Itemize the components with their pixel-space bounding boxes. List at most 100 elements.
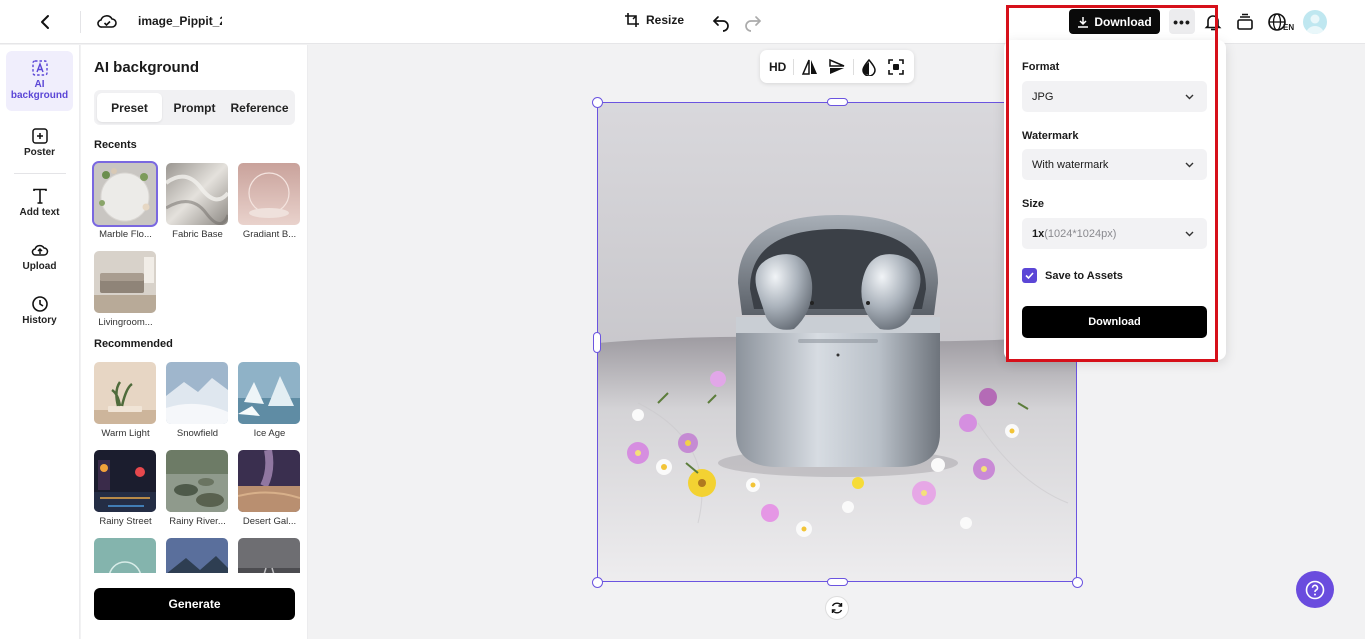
download-button[interactable]: Download [1022, 306, 1207, 338]
preset-thumbnail[interactable]: Rainy River... [166, 450, 229, 527]
tab-reference[interactable]: Reference [227, 93, 292, 122]
resize-button[interactable]: Resize [624, 12, 684, 28]
divider [80, 11, 81, 33]
preset-thumbnail[interactable]: Warm Light [94, 362, 157, 439]
redo-icon[interactable] [743, 11, 765, 33]
preset-image [166, 163, 228, 225]
download-button-top[interactable]: Download [1069, 9, 1160, 34]
preset-image [238, 362, 300, 424]
rail-label: Poster [23, 147, 56, 158]
tab-preset[interactable]: Preset [97, 93, 162, 122]
opacity-icon[interactable] [857, 54, 880, 79]
rail-label: Add text [19, 207, 60, 218]
recommended-title: Recommended [94, 338, 173, 350]
resize-handle[interactable] [593, 332, 601, 353]
save-to-assets-checkbox[interactable]: Save to Assets [1022, 268, 1123, 283]
rail-item-history[interactable]: History [6, 295, 73, 326]
size-value-main: 1x [1032, 227, 1045, 240]
size-value-detail: (1024*1024px) [1044, 227, 1117, 240]
rail-label: background [10, 90, 69, 101]
rail-item-upload[interactable]: Upload [6, 241, 73, 272]
watermark-value: With watermark [1032, 158, 1109, 171]
flip-vertical-icon[interactable] [825, 54, 848, 79]
format-label: Format [1022, 61, 1060, 73]
resize-handle[interactable] [592, 577, 603, 588]
document-title[interactable]: image_Pippit_20 [138, 14, 222, 28]
preset-image [238, 450, 300, 512]
preset-thumbnail[interactable]: Fabric Base [166, 163, 229, 240]
top-bar: image_Pippit_20 Resize Download ••• EN [0, 0, 1365, 44]
back-icon[interactable] [36, 12, 56, 32]
recents-title: Recents [94, 139, 137, 151]
preset-thumbnail[interactable]: Desert Gal... [238, 450, 301, 527]
preset-label: Fabric Base [172, 229, 223, 240]
checkbox-checked-icon [1022, 268, 1037, 283]
avatar[interactable] [1303, 10, 1327, 34]
resize-handle[interactable] [1072, 577, 1083, 588]
divider [14, 173, 66, 174]
layers-icon[interactable] [1235, 11, 1257, 33]
rail-label: History [22, 315, 57, 326]
format-select[interactable]: JPG [1022, 81, 1207, 112]
size-select[interactable]: 1x(1024*1024px) [1022, 218, 1207, 249]
chevron-down-icon [1185, 94, 1194, 100]
rotate-icon[interactable] [825, 596, 849, 620]
preset-thumbnail[interactable]: Snowfield [166, 362, 229, 439]
resize-handle[interactable] [592, 97, 603, 108]
preset-image [94, 251, 156, 313]
preset-thumbnail[interactable]: Marble Flo... [92, 161, 158, 240]
resize-handle[interactable] [827, 98, 848, 106]
watermark-label: Watermark [1022, 130, 1079, 142]
generate-button[interactable]: Generate [94, 588, 295, 620]
cloud-icon[interactable] [96, 11, 118, 33]
size-label: Size [1022, 198, 1045, 210]
divider [852, 58, 854, 75]
crop-focus-icon[interactable] [885, 54, 908, 79]
preset-label: Livingroom... [98, 317, 153, 328]
rail-item-ai-background[interactable]: AI background [6, 51, 73, 111]
help-icon[interactable] [1296, 571, 1334, 608]
rail-item-poster[interactable]: Poster [6, 127, 73, 158]
resize-label: Resize [646, 13, 685, 27]
tab-group: Preset Prompt Reference [94, 90, 295, 125]
preset-thumbnail[interactable]: Rainy Street [94, 450, 157, 527]
resize-handle[interactable] [827, 578, 848, 586]
undo-icon[interactable] [711, 11, 733, 33]
preset-label: Rainy River... [169, 516, 226, 527]
download-label: Download [1094, 14, 1152, 29]
download-icon [1078, 16, 1089, 28]
preset-thumbnail[interactable]: Gradiant B... [238, 163, 301, 240]
preset-image [94, 450, 156, 512]
panel-title: AI background [94, 59, 200, 76]
text-icon [32, 188, 47, 204]
preset-thumbnail[interactable]: Ice Age [238, 362, 301, 439]
hd-button[interactable]: HD [766, 54, 789, 79]
rail-label: AI [34, 79, 45, 90]
language-selector[interactable]: EN [1267, 10, 1295, 34]
preset-label: Ice Age [253, 428, 286, 439]
preset-image [94, 362, 156, 424]
history-icon [31, 296, 48, 312]
tool-rail: AI background Poster Add text Upload His… [0, 45, 80, 639]
flip-horizontal-icon[interactable] [798, 54, 821, 79]
bell-icon[interactable] [1203, 11, 1225, 33]
language-code: EN [1283, 22, 1295, 32]
preset-image [166, 450, 228, 512]
preset-thumbnail[interactable]: Livingroom... [94, 251, 157, 328]
preset-label: Desert Gal... [242, 516, 297, 527]
preset-label: Rainy Street [99, 516, 152, 527]
resize-icon [625, 13, 639, 27]
preset-label: Snowfield [176, 428, 219, 439]
preset-image [166, 362, 228, 424]
preset-image [92, 161, 158, 227]
chevron-down-icon [1185, 231, 1194, 237]
ai-background-panel: AI background Preset Prompt Reference Re… [81, 45, 308, 639]
rail-item-add-text[interactable]: Add text [6, 187, 73, 218]
format-value: JPG [1032, 90, 1054, 103]
more-icon[interactable]: ••• [1169, 9, 1195, 34]
preset-label: Marble Flo... [99, 229, 152, 240]
preset-label: Warm Light [101, 428, 150, 439]
download-panel: Format JPG Watermark With watermark Size… [1004, 40, 1226, 360]
tab-prompt[interactable]: Prompt [162, 93, 227, 122]
watermark-select[interactable]: With watermark [1022, 149, 1207, 180]
